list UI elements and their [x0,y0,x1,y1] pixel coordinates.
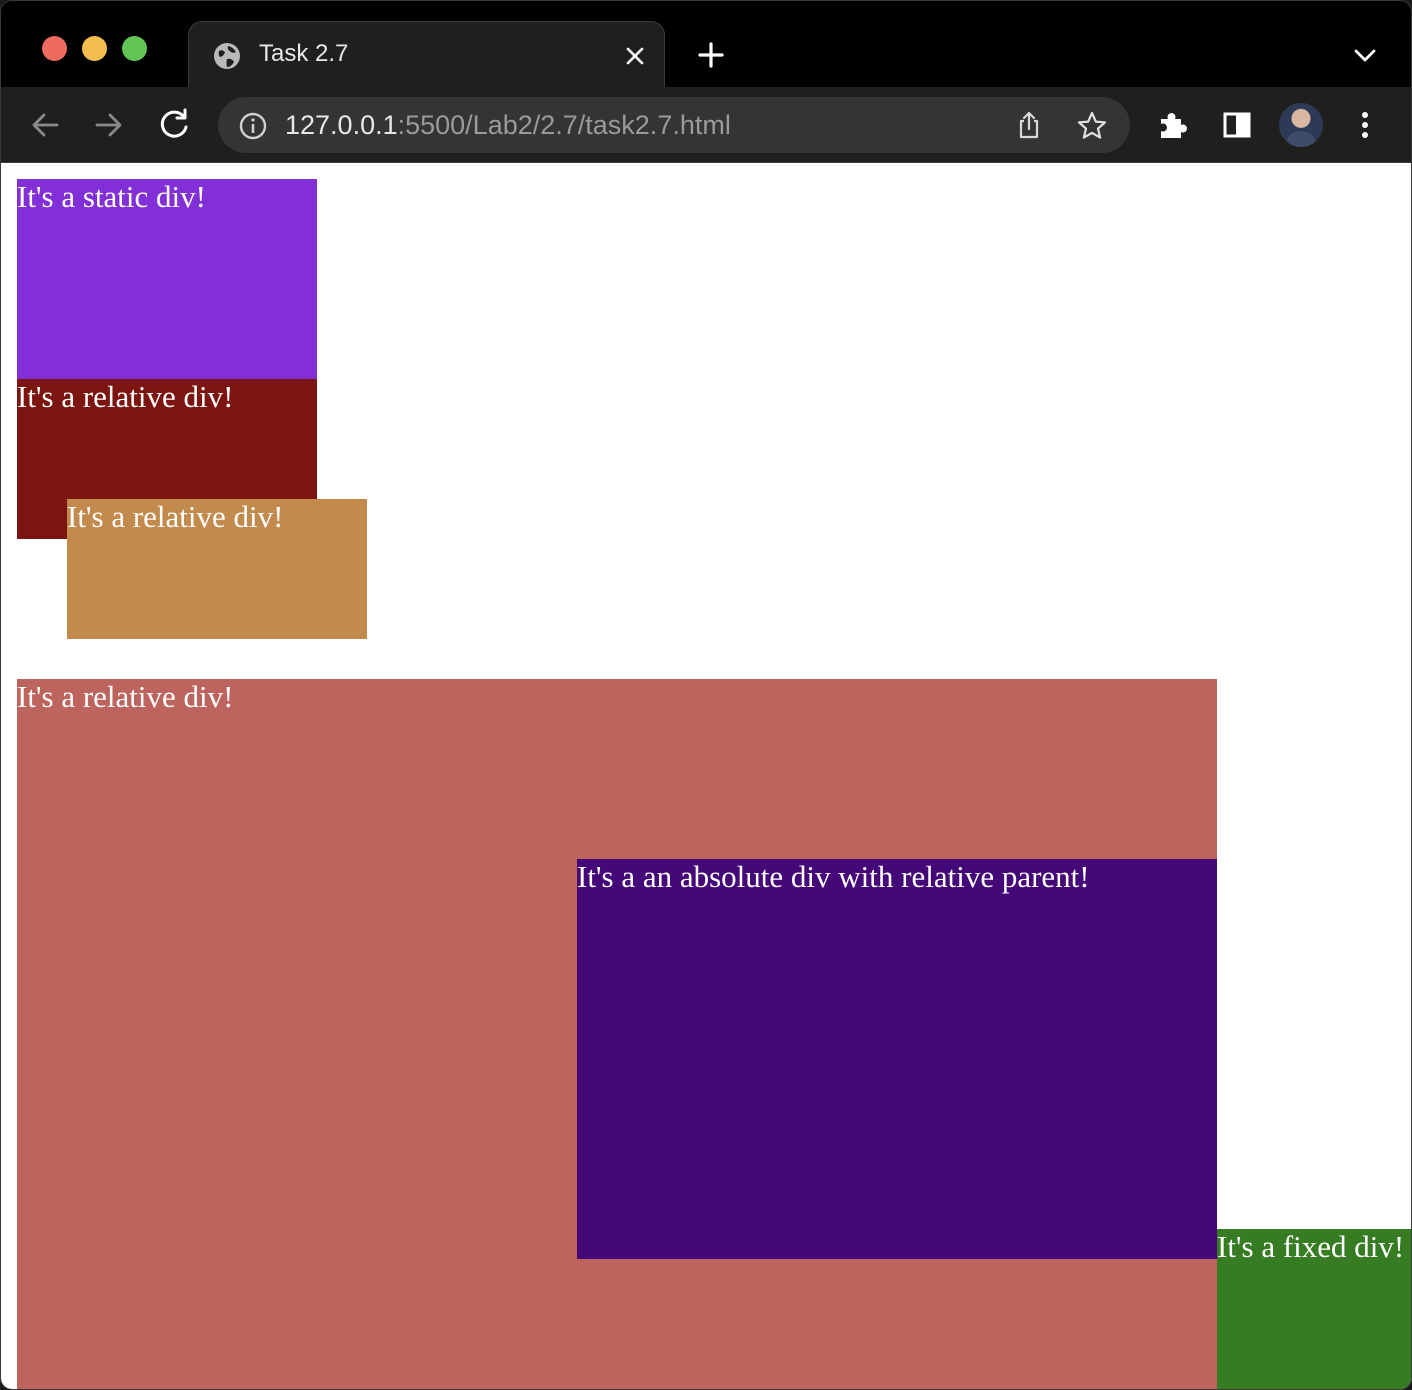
info-icon[interactable] [238,111,268,141]
address-bar[interactable]: 127.0.0.1:5500/Lab2/2.7/task2.7.html [218,97,1130,153]
static-div-label: It's a static div! [17,179,206,214]
relative-div-offset: It's a relative div! [67,499,367,639]
tab-title: Task 2.7 [259,40,349,67]
kebab-menu-icon[interactable] [1345,105,1385,145]
browser-window: Task 2.7 127.0.0.1:5500/Lab2/2.7/task2.7… [0,0,1412,1390]
relative-div-first-label: It's a relative div! [17,379,234,414]
relative-parent-div-label: It's a relative div! [17,679,234,714]
fixed-div-label: It's a fixed div! [1217,1229,1405,1264]
url-text[interactable]: 127.0.0.1:5500/Lab2/2.7/task2.7.html [285,110,731,141]
share-icon[interactable] [1013,109,1045,141]
arrow-right-icon[interactable] [89,105,129,145]
url-host: 127.0.0.1 [285,110,398,140]
globe-icon [214,43,240,69]
relative-parent-div: It's a relative div! It's a an absolute … [17,679,1217,1389]
arrow-left-icon[interactable] [25,105,65,145]
close-icon[interactable] [623,44,647,68]
url-path: :5500/Lab2/2.7/task2.7.html [397,110,731,140]
browser-toolbar: 127.0.0.1:5500/Lab2/2.7/task2.7.html [1,87,1411,163]
close-window-button[interactable] [42,36,67,61]
maximize-window-button[interactable] [122,36,147,61]
tab-task-2-7[interactable]: Task 2.7 [188,21,665,87]
plus-icon[interactable] [695,39,727,71]
absolute-child-div-label: It's a an absolute div with relative par… [577,859,1090,894]
minimize-window-button[interactable] [82,36,107,61]
star-icon[interactable] [1075,109,1109,143]
avatar[interactable] [1279,103,1323,147]
chevron-down-icon[interactable] [1351,43,1379,67]
reload-icon[interactable] [154,105,194,145]
puzzle-icon[interactable] [1153,105,1193,145]
side-panel-icon[interactable] [1217,105,1257,145]
tab-strip: Task 2.7 [1,1,1411,87]
static-div: It's a static div! [17,179,317,379]
absolute-child-div: It's a an absolute div with relative par… [577,859,1217,1259]
relative-div-offset-label: It's a relative div! [67,499,284,534]
fixed-div: It's a fixed div! [1217,1229,1411,1389]
page-viewport: It's a static div! It's a relative div! … [1,163,1411,1389]
